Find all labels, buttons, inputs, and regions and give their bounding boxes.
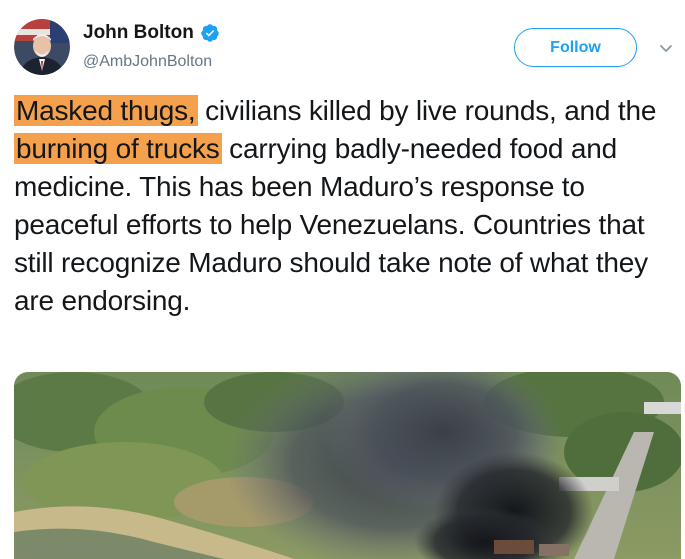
- author-name-row[interactable]: John Bolton: [83, 22, 220, 44]
- tweet-media-photo[interactable]: [14, 372, 681, 559]
- aerial-photo-burning-trucks-icon: [14, 372, 681, 559]
- chevron-down-icon[interactable]: [656, 38, 676, 58]
- author-handle[interactable]: @AmbJohnBolton: [83, 53, 212, 71]
- avatar-photo-icon: [14, 19, 70, 75]
- tweet-card: John Bolton @AmbJohnBolton Follow Masked…: [0, 0, 685, 559]
- highlight-burning-of-trucks: burning of trucks: [14, 133, 222, 164]
- highlight-masked-thugs: Masked thugs,: [14, 95, 198, 126]
- tweet-text: Masked thugs, civilians killed by live r…: [14, 92, 679, 320]
- tweet-text-part-1: civilians killed by live rounds, and the: [197, 95, 657, 126]
- follow-button[interactable]: Follow: [514, 28, 637, 67]
- avatar[interactable]: [14, 19, 70, 75]
- display-name[interactable]: John Bolton: [83, 22, 194, 44]
- verified-badge-icon: [200, 23, 220, 43]
